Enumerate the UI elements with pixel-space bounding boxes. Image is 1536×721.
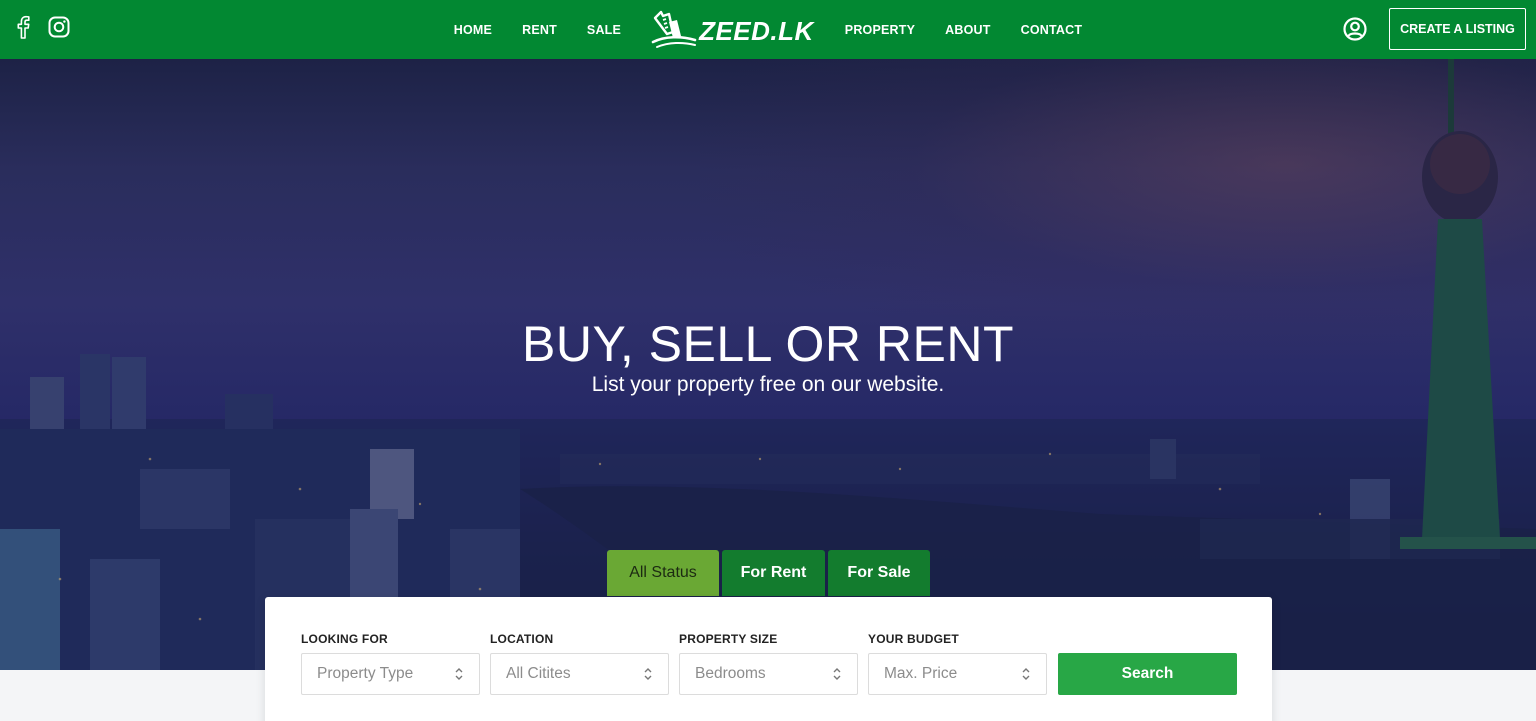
property-size-label: PROPERTY SIZE — [679, 632, 778, 646]
hero-subtitle: List your property free on our website. — [591, 373, 945, 396]
nav-link-property[interactable]: PROPERTY — [830, 23, 930, 37]
top-navbar: HOME RENT SALE ZEED.LK PROPERTY ABOUT CO… — [0, 0, 1536, 59]
chevron-up-down-icon — [1022, 668, 1030, 680]
site-logo[interactable]: ZEED.LK — [651, 10, 814, 50]
bedrooms-select[interactable]: Bedrooms — [679, 653, 858, 695]
property-type-select[interactable]: Property Type — [301, 653, 480, 695]
property-type-value: Property Type — [317, 665, 414, 682]
location-value: All Citites — [506, 665, 571, 682]
logo-text: ZEED.LK — [699, 16, 814, 46]
nav-link-contact[interactable]: CONTACT — [1006, 23, 1098, 37]
hero-title: BUY, SELL OR RENT — [522, 316, 1014, 372]
budget-field: YOUR BUDGET Max. Price — [868, 632, 1047, 695]
logo-building-icon — [651, 10, 697, 48]
looking-for-field: LOOKING FOR Property Type — [301, 632, 480, 695]
nav-right: PROPERTY ABOUT CONTACT — [830, 23, 1097, 37]
tab-for-rent[interactable]: For Rent — [722, 550, 825, 596]
property-search-panel: LOOKING FOR Property Type LOCATION All C… — [265, 597, 1272, 721]
hero-section: BUY, SELL OR RENT List your property fre… — [0, 59, 1536, 670]
nav-left: HOME RENT SALE — [439, 23, 636, 37]
tab-all-status[interactable]: All Status — [607, 550, 719, 596]
tab-for-sale[interactable]: For Sale — [828, 550, 930, 596]
location-select[interactable]: All Citites — [490, 653, 669, 695]
budget-label: YOUR BUDGET — [868, 632, 959, 646]
chevron-up-down-icon — [644, 668, 652, 680]
max-price-value: Max. Price — [884, 665, 958, 682]
location-field: LOCATION All Citites — [490, 632, 669, 695]
user-account-icon[interactable] — [1342, 16, 1368, 42]
search-button[interactable]: Search — [1058, 653, 1237, 695]
location-label: LOCATION — [490, 632, 554, 646]
max-price-select[interactable]: Max. Price — [868, 653, 1047, 695]
bedrooms-value: Bedrooms — [695, 665, 766, 682]
nav-link-about[interactable]: ABOUT — [930, 23, 1005, 37]
looking-for-label: LOOKING FOR — [301, 632, 388, 646]
main-nav: HOME RENT SALE ZEED.LK PROPERTY ABOUT CO… — [0, 0, 1536, 59]
property-size-field: PROPERTY SIZE Bedrooms — [679, 632, 858, 695]
status-tabs: All Status For Rent For Sale — [607, 550, 930, 596]
chevron-up-down-icon — [455, 668, 463, 680]
nav-link-home[interactable]: HOME — [439, 23, 507, 37]
chevron-up-down-icon — [833, 668, 841, 680]
create-listing-button[interactable]: CREATE A LISTING — [1389, 8, 1526, 50]
nav-link-sale[interactable]: SALE — [572, 23, 636, 37]
nav-link-rent[interactable]: RENT — [507, 23, 572, 37]
